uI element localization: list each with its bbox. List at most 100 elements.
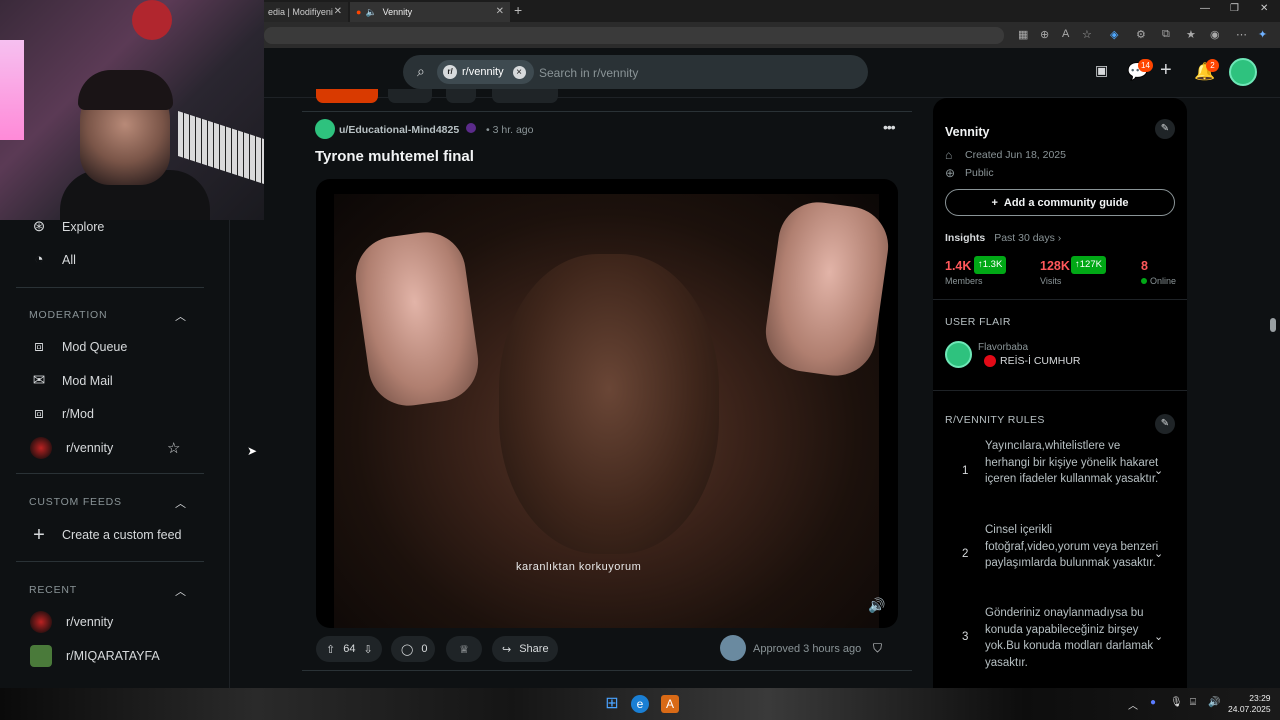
sidebar-item-mod-mail[interactable]: ✉ Mod Mail — [30, 369, 113, 393]
reader-icon[interactable]: ▦ — [1018, 28, 1028, 41]
chevron-down-icon[interactable]: ⌄ — [1154, 547, 1163, 560]
create-post-icon[interactable]: + — [1160, 59, 1172, 82]
chevron-down-icon[interactable]: ⌄ — [1154, 464, 1163, 477]
extension-icon[interactable]: ◈ — [1110, 28, 1118, 41]
comments-button[interactable]: ◯ 0 — [391, 636, 435, 662]
ad-icon[interactable]: ▣ — [1095, 62, 1108, 79]
upvote-icon[interactable]: ⇧ — [326, 643, 335, 656]
recent-header[interactable]: RECENT — [29, 584, 77, 596]
app-icon[interactable]: A — [661, 695, 679, 713]
rule-text[interactable]: Yayıncılara,whitelistlere ve herhangi bi… — [985, 438, 1160, 488]
previous-post-action[interactable] — [446, 89, 476, 103]
post-more-icon[interactable]: ••• — [883, 119, 896, 135]
speaker-icon[interactable]: 🔈 — [365, 7, 376, 18]
minimize-icon[interactable]: — — [1200, 3, 1210, 14]
close-window-icon[interactable]: ✕ — [1260, 3, 1268, 14]
share-button[interactable]: ↪ Share — [492, 636, 558, 662]
extensions-icon[interactable]: ⚙ — [1136, 28, 1146, 41]
favorites-icon[interactable]: ★ — [1186, 28, 1196, 41]
vote-control[interactable]: ⇧ 64 ⇩ — [316, 636, 382, 662]
maximize-icon[interactable]: ❐ — [1230, 3, 1239, 14]
copilot-icon[interactable]: ✦ — [1258, 28, 1267, 41]
moderation-header[interactable]: MODERATION — [29, 309, 107, 321]
post-time: • 3 hr. ago — [486, 124, 534, 136]
mod-shield-icon[interactable]: ⛉ — [873, 641, 882, 656]
plus-icon: + — [33, 524, 45, 546]
previous-post-action[interactable] — [388, 89, 432, 103]
edit-rules-icon[interactable]: ✎ — [1155, 414, 1175, 434]
flair-avatar — [945, 341, 972, 368]
custom-feeds-header[interactable]: CUSTOM FEEDS — [29, 496, 122, 508]
read-aloud-icon[interactable]: A — [1062, 28, 1069, 40]
network-icon[interactable]: ⌸ — [1190, 697, 1196, 708]
video-hand-left — [350, 227, 484, 411]
volume-icon[interactable]: 🔊 — [868, 597, 885, 614]
menu-dots-icon[interactable]: ⋯ — [1236, 28, 1247, 41]
split-screen-icon[interactable]: ⧉ — [1162, 28, 1170, 41]
tray-chevron-icon[interactable]: ︿ — [1128, 697, 1138, 712]
chevron-down-icon[interactable]: ⌄ — [1154, 630, 1163, 643]
windows-start-icon[interactable]: ⊞ — [603, 695, 621, 713]
chevron-up-icon[interactable]: ︿ — [175, 308, 186, 324]
tab-label: Vennity — [382, 7, 413, 17]
neon-light — [0, 40, 24, 140]
add-community-guide-button[interactable]: + Add a community guide — [945, 189, 1175, 216]
tray-app-icon[interactable]: ● — [1150, 697, 1156, 708]
reddit-favicon-icon: ● — [356, 7, 362, 17]
sidebar-item-recent-vennity[interactable]: r/vennity — [30, 610, 113, 634]
chip-clear-icon[interactable]: × — [512, 65, 526, 79]
browser-tab-vennity[interactable]: ● 🔈 Vennity ✕ — [350, 2, 510, 22]
create-custom-feed-button[interactable]: + Create a custom feed — [30, 523, 181, 547]
previous-post-join-button[interactable] — [316, 89, 378, 103]
sidebar-item-mod-queue[interactable]: ⧈ Mod Queue — [30, 335, 127, 359]
tab-close-icon[interactable]: ✕ — [334, 6, 342, 17]
rule-text[interactable]: Cinsel içerikli fotoğraf,video,yorum vey… — [985, 522, 1160, 572]
search-input[interactable]: Search in r/vennity — [539, 66, 638, 80]
edit-pencil-icon[interactable]: ✎ — [1155, 119, 1175, 139]
new-tab-icon[interactable]: + — [514, 2, 522, 18]
zoom-icon[interactable]: ⊕ — [1040, 28, 1049, 41]
sidebar-item-r-mod[interactable]: ⧈ r/Mod — [30, 402, 94, 426]
user-avatar[interactable] — [1229, 58, 1257, 86]
address-field[interactable] — [264, 27, 1004, 44]
post-video[interactable]: karanlıktan korkuyorum 🔊 — [316, 179, 898, 628]
rule-text[interactable]: Gönderiniz onaylanmadıysa bu konuda yapa… — [985, 605, 1160, 671]
flair-tag[interactable]: REİS-İ CUMHUR — [984, 355, 1081, 367]
scrollbar-thumb[interactable] — [1270, 318, 1276, 332]
post-author-avatar[interactable] — [315, 119, 335, 139]
sidebar-item-label: Mod Queue — [62, 340, 128, 354]
chevron-up-icon[interactable]: ︿ — [175, 583, 186, 599]
taskbar-clock[interactable]: 23:29 24.07.2025 — [1228, 693, 1271, 715]
sidebar-item-recent-miqaratayfa[interactable]: r/MIQARATAYFA — [30, 644, 160, 668]
post-title[interactable]: Tyrone muhtemel final — [315, 148, 474, 165]
sidebar-item-label: All — [62, 253, 76, 267]
browser-tab-media[interactable]: edia | Modifiyeni ✕ — [262, 2, 348, 22]
previous-post-action[interactable] — [492, 89, 558, 103]
edge-icon[interactable]: e — [631, 695, 649, 713]
award-icon: ♕ — [459, 643, 469, 656]
rule-number: 3 — [962, 631, 969, 643]
rule-number: 1 — [962, 465, 969, 477]
search-bar[interactable]: ⌕ r/ r/vennity × Search in r/vennity — [403, 55, 868, 89]
favorite-star-icon[interactable]: ☆ — [167, 439, 180, 457]
subreddit-search-chip[interactable]: r/ r/vennity × — [437, 60, 534, 84]
tab-close-icon[interactable]: ✕ — [496, 6, 504, 17]
online-label: Online — [1150, 276, 1177, 286]
all-icon: ◔ — [34, 251, 44, 268]
favorite-icon[interactable]: ☆ — [1082, 28, 1092, 41]
chevron-up-icon[interactable]: ︿ — [175, 495, 186, 511]
microphone-icon[interactable]: 🎙 — [1170, 697, 1183, 708]
vpn-icon[interactable]: ◉ — [1210, 28, 1220, 41]
visibility: ⊕ Public — [945, 166, 994, 180]
award-button[interactable]: ♕ — [446, 636, 482, 662]
downvote-icon[interactable]: ⇩ — [363, 643, 372, 656]
page-scrollbar[interactable] — [1268, 98, 1280, 688]
vennity-avatar — [30, 611, 52, 633]
flair-tag-label: REİS-İ CUMHUR — [1000, 355, 1081, 367]
sidebar-item-all[interactable]: ◔ All — [30, 248, 76, 272]
volume-tray-icon[interactable]: 🔊 — [1208, 697, 1220, 708]
vennity-avatar — [30, 437, 52, 459]
insights-row[interactable]: Insights Past 30 days › — [945, 232, 1061, 244]
sidebar-item-vennity[interactable]: r/vennity — [30, 436, 113, 460]
post-author[interactable]: u/Educational-Mind4825 — [339, 124, 459, 136]
